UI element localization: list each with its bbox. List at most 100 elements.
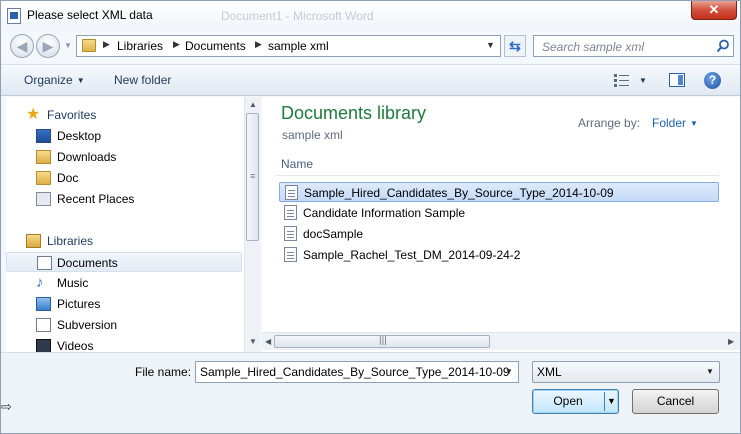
breadcrumb-separator-icon[interactable]: ▶	[255, 39, 262, 50]
navigation-pane: ★ Favorites Desktop Downloads Doc Recent…	[6, 97, 260, 352]
nav-label: Favorites	[47, 108, 97, 122]
search-input[interactable]: Search sample xml	[533, 35, 734, 57]
chevron-down-icon: ▼	[76, 76, 85, 85]
chevron-down-icon[interactable]: ▼	[607, 390, 616, 413]
file-row[interactable]: Sample_Rachel_Test_DM_2014-09-24-2	[279, 245, 719, 265]
nav-item-videos[interactable]: Videos	[6, 336, 242, 352]
nav-item-downloads[interactable]: Downloads	[6, 147, 242, 167]
scroll-right-icon[interactable]: ▶	[728, 337, 734, 346]
file-type-select[interactable]: XML ▼	[532, 361, 720, 383]
library-subtitle: sample xml	[282, 128, 343, 142]
chevron-down-icon[interactable]: ▼	[505, 367, 513, 376]
xml-file-icon	[284, 226, 297, 241]
open-button[interactable]: Open ▼	[532, 389, 619, 414]
nav-item-subversion[interactable]: Subversion	[6, 315, 242, 335]
xml-file-icon	[285, 185, 298, 200]
file-row[interactable]: Candidate Information Sample	[279, 203, 719, 223]
music-icon: ♪	[36, 274, 44, 291]
arrange-by-value: Folder	[652, 116, 687, 130]
file-type-value: XML	[537, 365, 562, 379]
file-name: Sample_Rachel_Test_DM_2014-09-24-2	[303, 248, 521, 262]
libraries-icon	[26, 234, 41, 248]
arrange-by-label: Arrange by:	[578, 116, 641, 130]
scroll-left-icon[interactable]: ◀	[265, 337, 271, 346]
forward-button[interactable]: ▶	[36, 34, 60, 58]
dialog-title: Please select XML data	[27, 8, 153, 22]
nav-label: Videos	[57, 339, 94, 352]
nav-item-doc[interactable]: Doc	[6, 168, 242, 188]
search-placeholder: Search sample xml	[542, 40, 645, 54]
file-name-field[interactable]: Sample_Hired_Candidates_By_Source_Type_2…	[195, 361, 519, 383]
grip-icon: ≡	[250, 171, 256, 181]
help-icon[interactable]: ?	[704, 72, 721, 89]
view-options-icon[interactable]	[614, 74, 630, 87]
chevron-down-icon[interactable]: ▼	[486, 40, 495, 50]
address-row: ◀ ▶ ▼ ▶ Libraries ▶ Documents ▶ sample x…	[1, 31, 740, 61]
file-name: docSample	[303, 227, 364, 241]
view-menu-dropdown[interactable]: ▼	[639, 76, 647, 85]
refresh-button[interactable]: ⇆	[504, 35, 526, 57]
nav-label: Pictures	[57, 297, 101, 311]
column-header-name[interactable]: Name	[281, 157, 313, 171]
organize-label: Organize	[24, 73, 73, 87]
pictures-icon	[36, 297, 51, 311]
grip-icon: |||	[379, 335, 387, 346]
breadcrumb-separator-icon[interactable]: ▶	[103, 39, 110, 50]
cancel-button[interactable]: Cancel	[632, 389, 719, 414]
nav-item-documents[interactable]: Documents	[6, 252, 242, 272]
dialog-footer: File name: Sample_Hired_Candidates_By_So…	[1, 352, 740, 433]
address-bar[interactable]: ▶ Libraries ▶ Documents ▶ sample xml ▼	[76, 35, 501, 57]
horizontal-scrollbar[interactable]: ◀ ||| ▶	[262, 332, 740, 350]
chevron-down-icon: ▼	[690, 119, 698, 128]
nav-label: Doc	[57, 171, 79, 185]
folder-icon	[36, 171, 51, 185]
desktop-icon	[36, 129, 51, 143]
preview-pane-icon[interactable]	[669, 73, 685, 87]
nav-label: Music	[57, 276, 89, 290]
recent-locations-dropdown[interactable]: ▼	[64, 41, 72, 50]
nav-item-pictures[interactable]: Pictures	[6, 294, 242, 314]
nav-label: Libraries	[47, 234, 94, 248]
resize-arrow-icon: ⇨	[1, 399, 12, 414]
library-title: Documents library	[281, 103, 427, 123]
nav-item-desktop[interactable]: Desktop	[6, 126, 242, 146]
file-name: Candidate Information Sample	[303, 206, 466, 220]
file-name-value: Sample_Hired_Candidates_By_Source_Type_2…	[200, 365, 510, 379]
organize-button[interactable]: Organize ▼	[24, 73, 85, 87]
breadcrumb-documents[interactable]: Documents	[185, 39, 246, 53]
search-icon[interactable]	[716, 39, 730, 53]
scroll-up-icon[interactable]: ▲	[249, 100, 257, 109]
breadcrumb-libraries[interactable]: Libraries	[117, 39, 163, 53]
chevron-down-icon: ▼	[706, 367, 714, 376]
command-bar: Organize ▼ New folder ▼ ?	[1, 64, 740, 96]
star-icon: ★	[26, 106, 41, 123]
file-name-label: File name:	[135, 365, 192, 379]
nav-item-favorites[interactable]: ★ Favorites	[6, 105, 242, 125]
arrange-by-dropdown[interactable]: Folder ▼	[652, 116, 698, 130]
select-xml-dialog: Please select XML data Document1 - Micro…	[0, 0, 741, 434]
new-folder-button[interactable]: New folder	[114, 73, 171, 87]
xml-file-icon	[284, 247, 297, 262]
header-divider	[276, 175, 719, 176]
close-button[interactable]: ✕	[691, 1, 737, 20]
nav-item-recent-places[interactable]: Recent Places	[6, 189, 242, 209]
title-bar: Please select XML data Document1 - Micro…	[1, 1, 740, 31]
scrollbar-thumb[interactable]: |||	[274, 335, 490, 348]
nav-label: Downloads	[57, 150, 117, 164]
file-row[interactable]: docSample	[279, 224, 719, 244]
nav-item-libraries[interactable]: Libraries	[6, 231, 242, 251]
xml-file-icon	[284, 205, 297, 220]
nav-label: Subversion	[57, 318, 118, 332]
nav-item-music[interactable]: ♪ Music	[6, 273, 242, 293]
scrollbar-thumb[interactable]: ≡	[246, 113, 259, 241]
breadcrumb-sample-xml[interactable]: sample xml	[268, 39, 329, 53]
documents-icon	[37, 256, 52, 270]
background-window-title: Document1 - Microsoft Word	[221, 9, 374, 23]
recent-places-icon	[36, 192, 51, 206]
file-row[interactable]: Sample_Hired_Candidates_By_Source_Type_2…	[279, 182, 719, 202]
back-button[interactable]: ◀	[10, 34, 34, 58]
scroll-down-icon[interactable]: ▼	[249, 337, 257, 346]
navigation-scrollbar[interactable]: ▲ ≡ ▼	[244, 97, 260, 352]
file-name: Sample_Hired_Candidates_By_Source_Type_2…	[304, 186, 614, 200]
breadcrumb-separator-icon[interactable]: ▶	[173, 39, 180, 50]
